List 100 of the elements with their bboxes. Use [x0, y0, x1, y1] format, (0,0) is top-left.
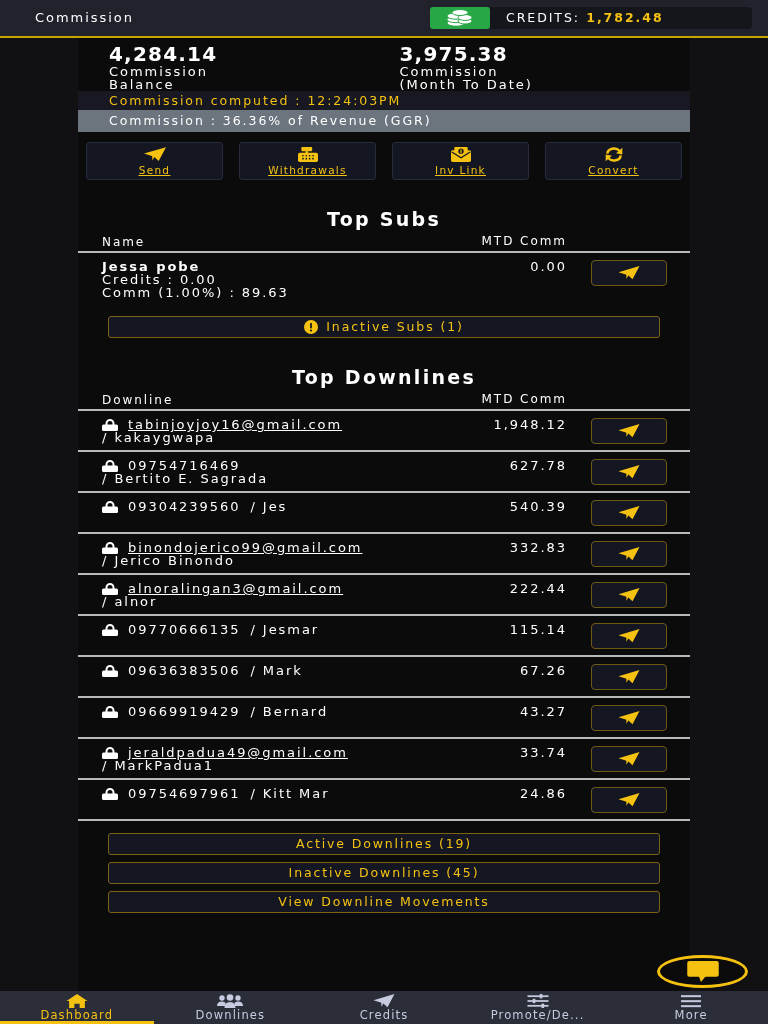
- lock-icon: [102, 460, 118, 472]
- section-title: Top Downlines: [291, 368, 477, 387]
- downline-name: / Bertito E. Sagrada: [102, 472, 269, 485]
- account-number: 09754716469: [128, 459, 241, 472]
- nav-tab[interactable]: More: [614, 990, 768, 1024]
- account-link[interactable]: tabinjoyjoy16@gmail.com: [128, 418, 343, 431]
- paper-plane-icon: [618, 424, 640, 438]
- send-button[interactable]: [591, 418, 667, 444]
- comm-amount: 115.14: [508, 623, 567, 636]
- paper-plane-icon: [618, 465, 640, 479]
- lock-icon: [102, 542, 118, 554]
- comm-amount: 1,948.12: [492, 418, 567, 431]
- send-button[interactable]: [591, 582, 667, 608]
- lock-icon: [102, 583, 118, 595]
- account-number: 09754697961: [128, 787, 241, 800]
- downline-name: / kakaygwapa: [102, 431, 216, 444]
- account-number: 09669919429: [128, 705, 241, 718]
- column-header: MTD Comm: [480, 393, 567, 407]
- downline-movements-button[interactable]: View Downline Movements: [108, 891, 660, 913]
- comm-amount: 24.86: [519, 787, 567, 800]
- comm-amount: 222.44: [508, 582, 567, 595]
- send-button[interactable]: [591, 459, 667, 485]
- cash-register-icon: [296, 146, 319, 162]
- paper-plane-icon: [618, 670, 640, 684]
- paper-plane-icon: [618, 793, 640, 807]
- comm-amount: 67.26: [519, 664, 567, 677]
- paper-plane-icon: [618, 752, 640, 766]
- comm-amount: 627.78: [508, 459, 567, 472]
- send-button[interactable]: [591, 746, 667, 772]
- send-button[interactable]: [591, 541, 667, 567]
- send-button[interactable]: [591, 500, 667, 526]
- users-icon: [217, 993, 244, 1008]
- comm-amount: 332.83: [508, 541, 567, 554]
- downline-name: / alnor: [102, 595, 158, 608]
- invite-link-button[interactable]: Inv Link: [392, 142, 529, 180]
- warning-icon: [304, 320, 319, 334]
- paper-plane-icon: [373, 993, 395, 1008]
- computed-time-banner: Commission computed : 12:24:03PM: [78, 91, 690, 110]
- withdrawals-button[interactable]: Withdrawals: [239, 142, 376, 180]
- downline-name: / Jerico Binondo: [102, 554, 235, 567]
- comm-amount: 33.74: [519, 746, 567, 759]
- commission-amount: 4,284.14: [109, 44, 219, 64]
- menu-icon: [681, 993, 702, 1008]
- paper-plane-icon: [618, 506, 640, 520]
- send-button[interactable]: [591, 260, 667, 286]
- account-link[interactable]: binondojerico99@gmail.com: [128, 541, 363, 554]
- lock-icon: [102, 501, 118, 513]
- lock-icon: [102, 419, 118, 431]
- send-button[interactable]: Send: [86, 142, 223, 180]
- account-number: 09770666135: [128, 623, 241, 636]
- coins-icon: [430, 7, 490, 29]
- paper-plane-icon: [618, 266, 640, 280]
- house-icon: [65, 993, 88, 1008]
- nav-tab[interactable]: Dashboard: [0, 990, 154, 1024]
- downline-name: / MarkPadua1: [102, 759, 214, 772]
- comm-amount: 540.39: [508, 500, 567, 513]
- active-downlines-button[interactable]: Active Downlines (19): [108, 833, 660, 855]
- paper-plane-icon: [618, 711, 640, 725]
- downline-name: / Mark: [250, 664, 303, 677]
- money-envelope-icon: [449, 146, 472, 162]
- commission-amount: 3,975.38: [399, 44, 509, 64]
- credits-label: CREDITS:: [506, 10, 580, 26]
- column-header: Downline: [102, 393, 175, 407]
- send-button[interactable]: [591, 705, 667, 731]
- send-button[interactable]: [591, 623, 667, 649]
- lock-icon: [102, 747, 118, 759]
- lock-icon: [102, 665, 118, 677]
- commission-label: Commission (Month To Date): [399, 65, 534, 91]
- lock-icon: [102, 788, 118, 800]
- lock-icon: [102, 706, 118, 718]
- credits-value: 1,782.48: [586, 10, 664, 26]
- paper-plane-icon: [143, 146, 166, 162]
- comm-amount: 43.27: [519, 705, 567, 718]
- account-number: 09304239560: [128, 500, 241, 513]
- downline-name: / Jesmar: [250, 623, 320, 636]
- downline-name: / Kitt Mar: [250, 787, 330, 800]
- comm-amount: 0.00: [529, 260, 567, 273]
- page-title: Commission: [35, 10, 134, 26]
- sliders-icon: [526, 993, 549, 1008]
- nav-tab[interactable]: Downlines: [153, 990, 308, 1024]
- lock-icon: [102, 624, 118, 636]
- downline-name: / Jes: [250, 500, 288, 513]
- account-number: 09636383506: [128, 664, 241, 677]
- nav-tab[interactable]: Promote/De...: [460, 990, 615, 1024]
- send-button[interactable]: [591, 664, 667, 690]
- sub-commission: Comm (1.00%) : 89.63: [102, 286, 290, 299]
- commission-rate-banner: Commission : 36.36% of Revenue (GGR): [78, 110, 690, 132]
- column-header: MTD Comm: [480, 235, 567, 249]
- nav-tab[interactable]: Credits: [307, 990, 461, 1024]
- sub-credits: Credits : 0.00: [102, 273, 218, 286]
- section-title: Top Subs: [325, 210, 443, 229]
- column-header: Name: [102, 235, 147, 249]
- sub-name: Jessa pobe: [102, 260, 202, 273]
- account-link[interactable]: jeraldpadua49@gmail.com: [128, 746, 348, 759]
- commission-label: Commission Balance: [109, 65, 209, 91]
- paper-plane-icon: [618, 547, 640, 561]
- send-button[interactable]: [591, 787, 667, 813]
- convert-button[interactable]: Convert: [545, 142, 682, 180]
- account-link[interactable]: alnoralingan3@gmail.com: [128, 582, 344, 595]
- paper-plane-icon: [618, 588, 640, 602]
